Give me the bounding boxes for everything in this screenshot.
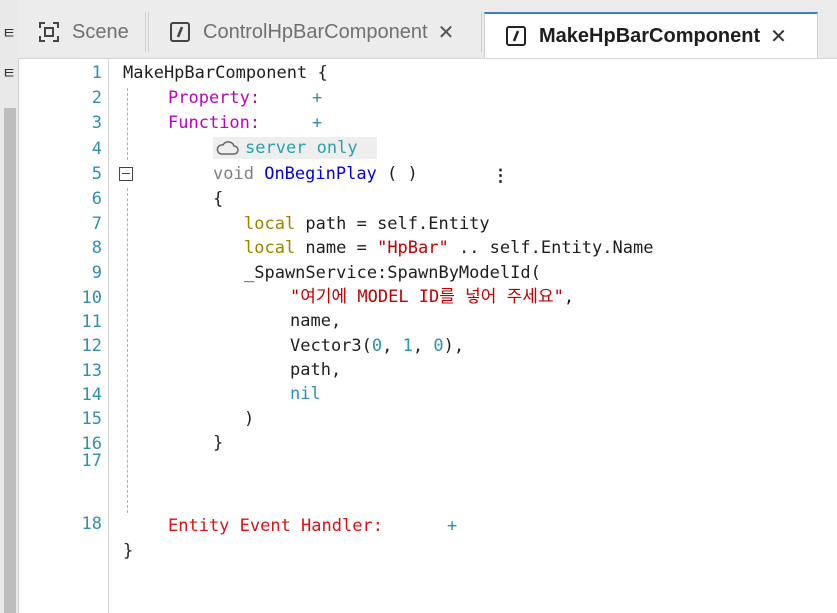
line-number: 4 — [91, 139, 102, 159]
add-event-handler-button[interactable]: + — [447, 516, 457, 536]
tab-make-hp-bar-component-label: MakeHpBarComponent — [539, 24, 761, 47]
server-only-badge[interactable]: server only — [213, 137, 377, 159]
line-number: 11 — [81, 312, 102, 332]
code-line-18[interactable]: Entity Event Handler: — [168, 516, 383, 536]
code-text: path = self.Entity — [295, 214, 490, 234]
script-icon — [169, 21, 191, 43]
code-text: , — [382, 336, 403, 356]
editor-tab-bar: Scene ControlHpBarComponent ✕ MakeHpBarC… — [18, 0, 837, 59]
code-line-9[interactable]: _SpawnService:SpawnByModelId( — [244, 263, 541, 283]
line-number: 18 — [81, 514, 102, 534]
line-number: 3 — [91, 113, 102, 133]
line-number: 10 — [81, 288, 102, 308]
code-line-1[interactable]: MakeHpBarComponent { — [123, 63, 328, 83]
code-line-12[interactable]: Vector3(0, 1, 0), — [290, 336, 464, 356]
line-number: 14 — [81, 385, 102, 405]
code-text: Vector3( — [290, 336, 372, 356]
line-number: 8 — [91, 238, 102, 258]
line-number: 9 — [91, 263, 102, 283]
function-name: OnBeginPlay — [264, 164, 377, 184]
indent-guide — [127, 88, 128, 160]
entity-event-handler-label: Entity Event Handler: — [168, 516, 383, 536]
tab-make-hp-bar-component[interactable]: MakeHpBarComponent ✕ — [484, 12, 818, 58]
more-options-icon[interactable]: ⋮ — [492, 166, 509, 186]
code-text: name = — [295, 238, 378, 258]
code-line-3[interactable]: Function: — [168, 113, 260, 133]
tab-scene-label: Scene — [72, 20, 129, 43]
code-text: , — [412, 336, 434, 356]
code-text: , — [563, 287, 575, 307]
script-icon — [505, 25, 527, 47]
code-line-11[interactable]: name, — [290, 311, 341, 331]
code-line-6[interactable]: { — [213, 189, 223, 209]
add-function-button[interactable]: + — [312, 113, 322, 133]
code-line-2[interactable]: Property: — [168, 88, 260, 108]
string-literal: "HpBar" — [377, 238, 449, 258]
tab-scene[interactable]: Scene — [18, 12, 146, 52]
code-line-13[interactable]: path, — [290, 360, 341, 380]
close-icon[interactable]: ✕ — [438, 20, 455, 45]
property-section-label: Property: — [168, 88, 261, 108]
code-text: .. self.Entity.Name — [448, 238, 654, 258]
close-icon[interactable]: ✕ — [770, 24, 787, 49]
local-keyword: local — [244, 238, 296, 258]
local-keyword: local — [244, 214, 296, 234]
line-number: 15 — [81, 409, 102, 429]
tab-control-hp-bar-component[interactable]: ControlHpBarComponent ✕ — [148, 12, 482, 52]
line-number-gutter: 1 2 3 4 5 6 7 8 9 10 11 12 13 14 15 16 1… — [19, 59, 109, 613]
line-number: 7 — [91, 214, 102, 234]
line-number: 13 — [81, 361, 102, 381]
server-only-label: server only — [245, 138, 358, 158]
left-strip-label-top: ㅌ — [2, 25, 16, 42]
line-number: 1 — [91, 63, 102, 83]
line-number: 17 — [81, 451, 102, 471]
line-number: 2 — [91, 88, 102, 108]
function-section-label: Function: — [168, 113, 261, 133]
scene-icon — [38, 21, 60, 43]
fold-toggle-icon[interactable] — [119, 167, 133, 181]
function-parens: ( ) — [387, 164, 418, 184]
code-line-8[interactable]: local name = "HpBar" .. self.Entity.Name — [244, 238, 653, 258]
code-line-5[interactable]: void OnBeginPlay ( ) — [213, 164, 418, 184]
line-number: 5 — [91, 164, 102, 184]
code-line-16[interactable]: } — [213, 433, 223, 453]
code-line-closing-brace[interactable]: } — [123, 541, 133, 561]
add-property-button[interactable]: + — [312, 88, 322, 108]
code-line-15[interactable]: ) — [244, 409, 254, 429]
cloud-icon — [215, 140, 239, 156]
code-line-7[interactable]: local path = self.Entity — [244, 214, 490, 234]
line-number: 12 — [81, 336, 102, 356]
void-keyword: void — [213, 164, 254, 184]
number-literal: 1 — [402, 336, 413, 356]
code-text: ), — [443, 336, 465, 356]
code-line-14[interactable]: nil — [290, 384, 321, 404]
indent-guide — [127, 188, 128, 513]
left-strip-label-second: ㅌ — [2, 65, 16, 82]
code-line-10[interactable]: "여기에 MODEL ID를 넣어 주세요", — [290, 287, 574, 307]
tab-control-hp-bar-component-label: ControlHpBarComponent — [203, 20, 428, 43]
left-strip-scrollbar[interactable] — [4, 108, 16, 613]
number-literal: 0 — [371, 336, 383, 356]
string-literal: "여기에 MODEL ID를 넣어 주세요" — [290, 287, 564, 307]
number-literal: 0 — [433, 336, 444, 356]
line-number: 6 — [91, 189, 102, 209]
left-panel-strip: ㅌ ㅌ — [0, 0, 19, 613]
